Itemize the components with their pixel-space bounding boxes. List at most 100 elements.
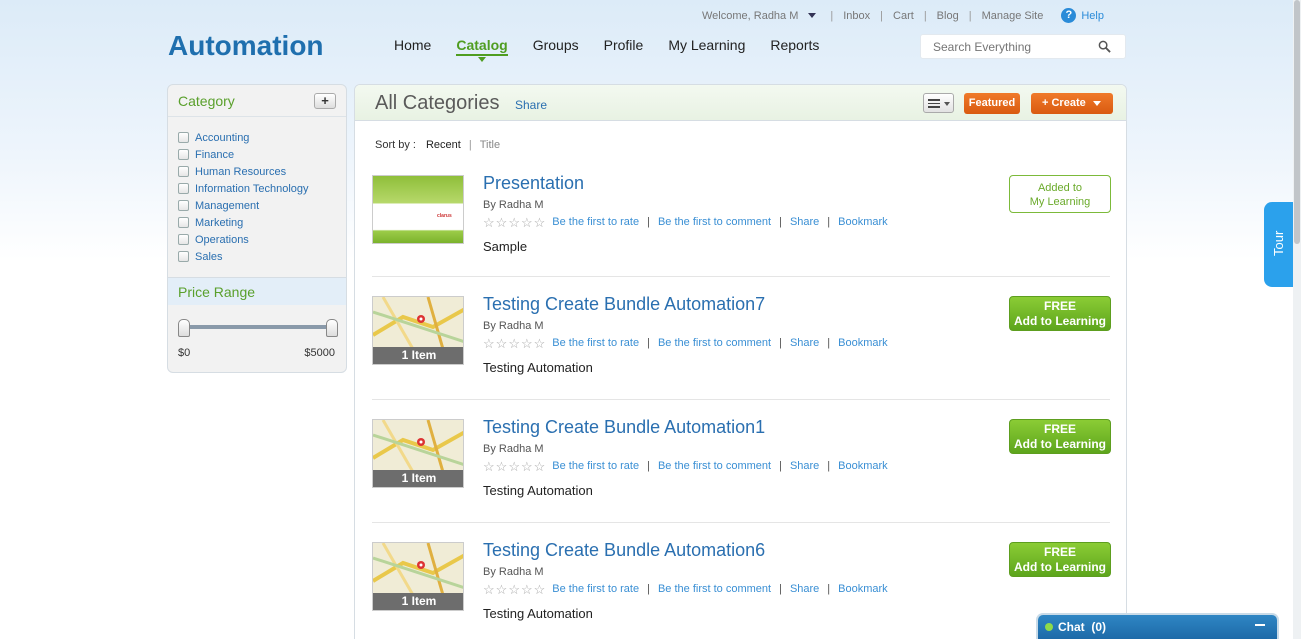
sort-recent[interactable]: Recent bbox=[426, 139, 461, 151]
nav-groups[interactable]: Groups bbox=[533, 37, 579, 56]
category-checkbox[interactable] bbox=[178, 217, 189, 228]
rate-link[interactable]: Be the first to rate bbox=[552, 216, 639, 228]
tour-tab[interactable]: Tour bbox=[1264, 202, 1294, 287]
add-to-learning-button[interactable]: FREE Add to Learning bbox=[1009, 419, 1111, 454]
category-label[interactable]: Accounting bbox=[195, 132, 249, 144]
category-checkbox[interactable] bbox=[178, 166, 189, 177]
rating-stars[interactable]: ☆ ☆ ☆ ☆ ☆ bbox=[483, 460, 546, 473]
rate-link[interactable]: Be the first to rate bbox=[552, 460, 639, 472]
chat-bar[interactable]: Chat (0) bbox=[1036, 613, 1279, 639]
category-item[interactable]: Operations bbox=[178, 231, 346, 248]
item-share-link[interactable]: Share bbox=[790, 216, 819, 228]
item-title[interactable]: Presentation bbox=[483, 173, 584, 194]
item-thumbnail[interactable]: clarus bbox=[372, 175, 464, 244]
star-icon[interactable]: ☆ bbox=[496, 337, 508, 350]
category-checkbox[interactable] bbox=[178, 251, 189, 262]
star-icon[interactable]: ☆ bbox=[521, 216, 533, 229]
bookmark-link[interactable]: Bookmark bbox=[838, 216, 888, 228]
star-icon[interactable]: ☆ bbox=[521, 460, 533, 473]
star-icon[interactable]: ☆ bbox=[483, 460, 495, 473]
price-min-handle[interactable] bbox=[178, 319, 190, 337]
chevron-down-icon[interactable] bbox=[808, 13, 817, 18]
bookmark-link[interactable]: Bookmark bbox=[838, 337, 888, 349]
item-thumbnail[interactable]: 1 Item bbox=[372, 542, 464, 611]
star-icon[interactable]: ☆ bbox=[534, 460, 546, 473]
category-item[interactable]: Human Resources bbox=[178, 163, 346, 180]
category-label[interactable]: Human Resources bbox=[195, 166, 286, 178]
item-title[interactable]: Testing Create Bundle Automation1 bbox=[483, 417, 765, 438]
price-slider-track[interactable] bbox=[184, 325, 334, 329]
star-icon[interactable]: ☆ bbox=[534, 337, 546, 350]
blog-link[interactable]: Blog bbox=[937, 10, 959, 22]
item-thumbnail[interactable]: 1 Item bbox=[372, 296, 464, 365]
item-title[interactable]: Testing Create Bundle Automation7 bbox=[483, 294, 765, 315]
added-to-learning-button[interactable]: Added to My Learning bbox=[1009, 175, 1111, 213]
category-item[interactable]: Information Technology bbox=[178, 180, 346, 197]
rate-link[interactable]: Be the first to rate bbox=[552, 583, 639, 595]
help-icon[interactable]: ? bbox=[1061, 8, 1077, 23]
bookmark-link[interactable]: Bookmark bbox=[838, 583, 888, 595]
item-share-link[interactable]: Share bbox=[790, 337, 819, 349]
nav-profile[interactable]: Profile bbox=[604, 37, 644, 56]
star-icon[interactable]: ☆ bbox=[508, 337, 520, 350]
category-label[interactable]: Marketing bbox=[195, 217, 243, 229]
star-icon[interactable]: ☆ bbox=[508, 216, 520, 229]
category-label[interactable]: Sales bbox=[195, 251, 223, 263]
nav-reports[interactable]: Reports bbox=[770, 37, 819, 56]
search-icon[interactable] bbox=[1098, 40, 1111, 53]
category-item[interactable]: Marketing bbox=[178, 214, 346, 231]
star-icon[interactable]: ☆ bbox=[483, 216, 495, 229]
category-checkbox[interactable] bbox=[178, 183, 189, 194]
item-thumbnail[interactable]: 1 Item bbox=[372, 419, 464, 488]
star-icon[interactable]: ☆ bbox=[508, 460, 520, 473]
add-category-button[interactable]: + bbox=[314, 92, 336, 109]
star-icon[interactable]: ☆ bbox=[534, 583, 546, 596]
add-to-learning-button[interactable]: FREE Add to Learning bbox=[1009, 296, 1111, 331]
search-input[interactable] bbox=[921, 35, 1091, 58]
star-icon[interactable]: ☆ bbox=[483, 337, 495, 350]
price-max-handle[interactable] bbox=[326, 319, 338, 337]
star-icon[interactable]: ☆ bbox=[508, 583, 520, 596]
category-checkbox[interactable] bbox=[178, 132, 189, 143]
category-item[interactable]: Finance bbox=[178, 146, 346, 163]
item-title[interactable]: Testing Create Bundle Automation6 bbox=[483, 540, 765, 561]
item-share-link[interactable]: Share bbox=[790, 460, 819, 472]
share-link[interactable]: Share bbox=[515, 98, 547, 112]
star-icon[interactable]: ☆ bbox=[496, 460, 508, 473]
comment-link[interactable]: Be the first to comment bbox=[658, 583, 771, 595]
scrollbar-thumb[interactable] bbox=[1294, 0, 1300, 244]
category-item[interactable]: Accounting bbox=[178, 129, 346, 146]
comment-link[interactable]: Be the first to comment bbox=[658, 216, 771, 228]
category-item[interactable]: Management bbox=[178, 197, 346, 214]
rating-stars[interactable]: ☆ ☆ ☆ ☆ ☆ bbox=[483, 583, 546, 596]
star-icon[interactable]: ☆ bbox=[521, 583, 533, 596]
category-item[interactable]: Sales bbox=[178, 248, 346, 265]
comment-link[interactable]: Be the first to comment bbox=[658, 460, 771, 472]
rating-stars[interactable]: ☆ ☆ ☆ ☆ ☆ bbox=[483, 216, 546, 229]
help-link[interactable]: Help bbox=[1081, 10, 1104, 22]
minimize-icon[interactable] bbox=[1255, 624, 1265, 626]
view-toggle-button[interactable] bbox=[923, 93, 954, 113]
category-checkbox[interactable] bbox=[178, 200, 189, 211]
category-label[interactable]: Information Technology bbox=[195, 183, 309, 195]
welcome-text[interactable]: Welcome, Radha M bbox=[702, 10, 798, 22]
rating-stars[interactable]: ☆ ☆ ☆ ☆ ☆ bbox=[483, 337, 546, 350]
add-to-learning-button[interactable]: FREE Add to Learning bbox=[1009, 542, 1111, 577]
comment-link[interactable]: Be the first to comment bbox=[658, 337, 771, 349]
star-icon[interactable]: ☆ bbox=[534, 216, 546, 229]
category-label[interactable]: Operations bbox=[195, 234, 249, 246]
category-checkbox[interactable] bbox=[178, 149, 189, 160]
star-icon[interactable]: ☆ bbox=[496, 216, 508, 229]
sort-title[interactable]: Title bbox=[480, 139, 500, 151]
create-button[interactable]: + Create bbox=[1031, 93, 1113, 114]
star-icon[interactable]: ☆ bbox=[496, 583, 508, 596]
featured-button[interactable]: Featured bbox=[964, 93, 1020, 114]
category-label[interactable]: Management bbox=[195, 200, 259, 212]
category-checkbox[interactable] bbox=[178, 234, 189, 245]
nav-catalog[interactable]: Catalog bbox=[456, 37, 508, 62]
cart-link[interactable]: Cart bbox=[893, 10, 914, 22]
category-label[interactable]: Finance bbox=[195, 149, 234, 161]
manage-site-link[interactable]: Manage Site bbox=[982, 10, 1044, 22]
vertical-scrollbar[interactable] bbox=[1293, 0, 1301, 639]
nav-home[interactable]: Home bbox=[394, 37, 431, 56]
